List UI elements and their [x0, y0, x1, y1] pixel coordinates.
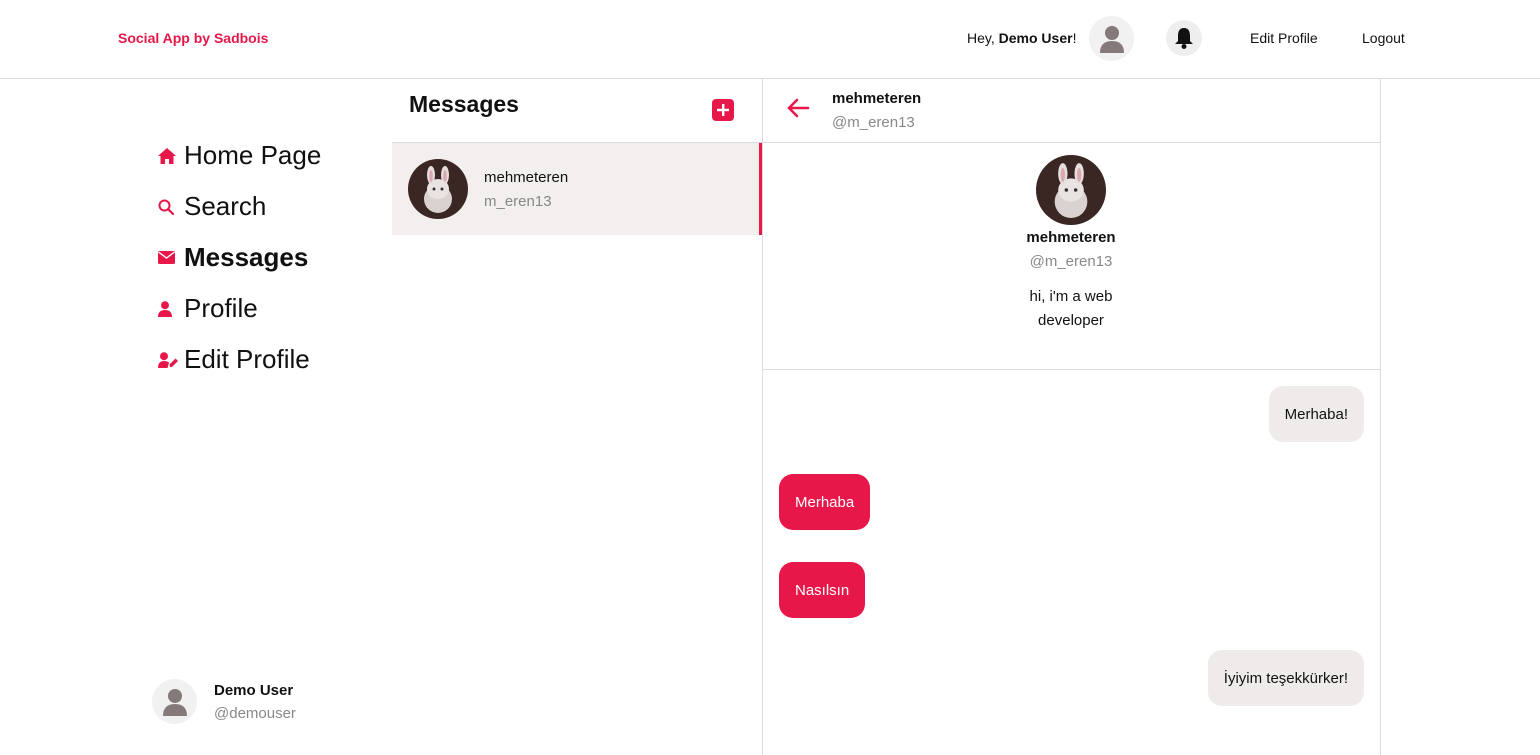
notifications-button[interactable] [1166, 20, 1202, 56]
sidebar-item-search[interactable]: Search [150, 181, 390, 232]
chat-header: mehmeteren @m_eren13 [763, 79, 1380, 143]
user-silhouette-icon [1099, 25, 1124, 53]
message-bubble-incoming: İyiyim teşekkürker! [1207, 650, 1364, 706]
plus-icon [717, 104, 729, 116]
message-bubble-outgoing: Merhaba [779, 474, 871, 530]
conversations-panel: Messages mehmeteren m_eren13 [392, 79, 763, 755]
sidebar-item-label: Home Page [184, 140, 322, 170]
conversation-name: mehmeteren [484, 169, 569, 186]
current-user-handle: @demouser [214, 704, 296, 722]
search-icon [150, 199, 184, 215]
sidebar-item-profile[interactable]: Profile [150, 283, 390, 334]
avatar [152, 679, 197, 724]
new-message-button[interactable] [712, 99, 734, 121]
contact-profile-card: mehmeteren @m_eren13 hi, i'm a web devel… [763, 143, 1380, 370]
sidebar-item-home[interactable]: Home Page [150, 130, 390, 181]
logout-link[interactable]: Logout [1362, 30, 1405, 46]
back-button[interactable] [785, 95, 811, 121]
message-bubble-outgoing: Nasılsın [779, 562, 866, 618]
bell-icon [1175, 28, 1193, 49]
arrow-left-icon [787, 98, 810, 118]
sidebar-item-label: Messages [184, 242, 309, 272]
top-bar: Social App by Sadbois Hey, Demo User! Ed… [0, 0, 1540, 79]
edit-profile-link[interactable]: Edit Profile [1250, 30, 1318, 46]
profile-handle: @m_eren13 [1029, 253, 1113, 270]
user-icon [150, 300, 184, 317]
conversation-handle: m_eren13 [484, 193, 552, 210]
greeting: Hey, Demo User! [967, 30, 1076, 46]
chat-contact-name: mehmeteren [832, 90, 922, 107]
envelope-icon [150, 251, 184, 264]
chat-panel: mehmeteren @m_eren13 mehmeteren @m_eren1… [763, 79, 1381, 755]
greeting-name: Demo User [998, 30, 1073, 46]
conversations-header: Messages [392, 79, 762, 143]
message-bubble-incoming: Merhaba! [1268, 386, 1364, 442]
conversation-item[interactable]: mehmeteren m_eren13 [392, 143, 762, 235]
sidebar-nav: Home Page Search Messages Profile Edit P… [150, 130, 390, 385]
sidebar-item-edit-profile[interactable]: Edit Profile [150, 334, 390, 385]
current-user-info: Demo User @demouser [214, 682, 296, 722]
app-brand[interactable]: Social App by Sadbois [118, 30, 268, 46]
profile-bio: hi, i'm a web developer [1029, 288, 1113, 329]
cat-avatar[interactable] [1036, 155, 1106, 225]
sidebar-item-label: Search [184, 191, 267, 221]
cat-avatar [408, 159, 468, 219]
avatar[interactable] [1089, 16, 1134, 61]
sidebar-item-messages[interactable]: Messages [150, 232, 390, 283]
profile-name: mehmeteren [1026, 229, 1116, 246]
current-user-name: Demo User [214, 681, 294, 699]
sidebar-item-label: Edit Profile [184, 344, 310, 374]
page-title: Messages [409, 91, 519, 117]
greeting-prefix: Hey, [967, 30, 999, 46]
chat-contact-handle: @m_eren13 [832, 114, 915, 131]
user-edit-icon [150, 351, 184, 368]
sidebar-item-label: Profile [184, 293, 258, 323]
current-user-card[interactable]: Demo User @demouser [152, 679, 296, 724]
home-icon [150, 147, 184, 164]
greeting-suffix: ! [1072, 30, 1077, 46]
user-silhouette-icon [162, 688, 187, 716]
